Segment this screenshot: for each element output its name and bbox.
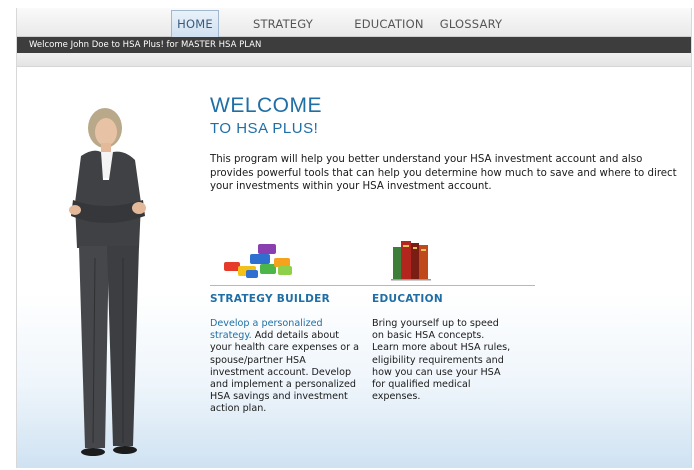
tab-glossary[interactable]: GLOSSARY xyxy=(439,12,503,36)
books-icon[interactable] xyxy=(389,237,437,281)
sub-bar xyxy=(17,53,691,67)
intro-paragraph: This program will help you better unders… xyxy=(210,154,677,192)
tab-home[interactable]: HOME xyxy=(171,10,219,37)
strategy-builder-heading[interactable]: STRATEGY BUILDER xyxy=(210,293,330,305)
education-description: Bring yourself up to speed on basic HSA … xyxy=(372,318,511,403)
tab-education[interactable]: EDUCATION xyxy=(353,12,425,36)
top-navigation: HOME STRATEGY BUILDER EDUCATION GLOSSARY xyxy=(17,8,691,55)
strategy-builder-body: Add details about your health care expen… xyxy=(210,330,360,415)
welcome-subtitle: TO HSA PLUS! xyxy=(210,120,319,137)
page: HOME STRATEGY BUILDER EDUCATION GLOSSARY… xyxy=(16,8,692,468)
strategy-builder-description: Develop a personalized strategy. Add det… xyxy=(210,318,360,416)
education-heading[interactable]: EDUCATION xyxy=(372,293,443,305)
welcome-title: WELCOME xyxy=(210,94,323,117)
building-blocks-icon[interactable] xyxy=(220,240,300,280)
browser-frame: HOME STRATEGY BUILDER EDUCATION GLOSSARY… xyxy=(0,0,694,470)
section-divider xyxy=(210,285,535,286)
businesswoman-image xyxy=(69,108,146,456)
welcome-message: Welcome John Doe to HSA Plus! for MASTER… xyxy=(29,40,262,50)
welcome-bar: Welcome John Doe to HSA Plus! for MASTER… xyxy=(17,37,691,53)
tab-strategy-builder[interactable]: STRATEGY BUILDER xyxy=(229,12,337,55)
